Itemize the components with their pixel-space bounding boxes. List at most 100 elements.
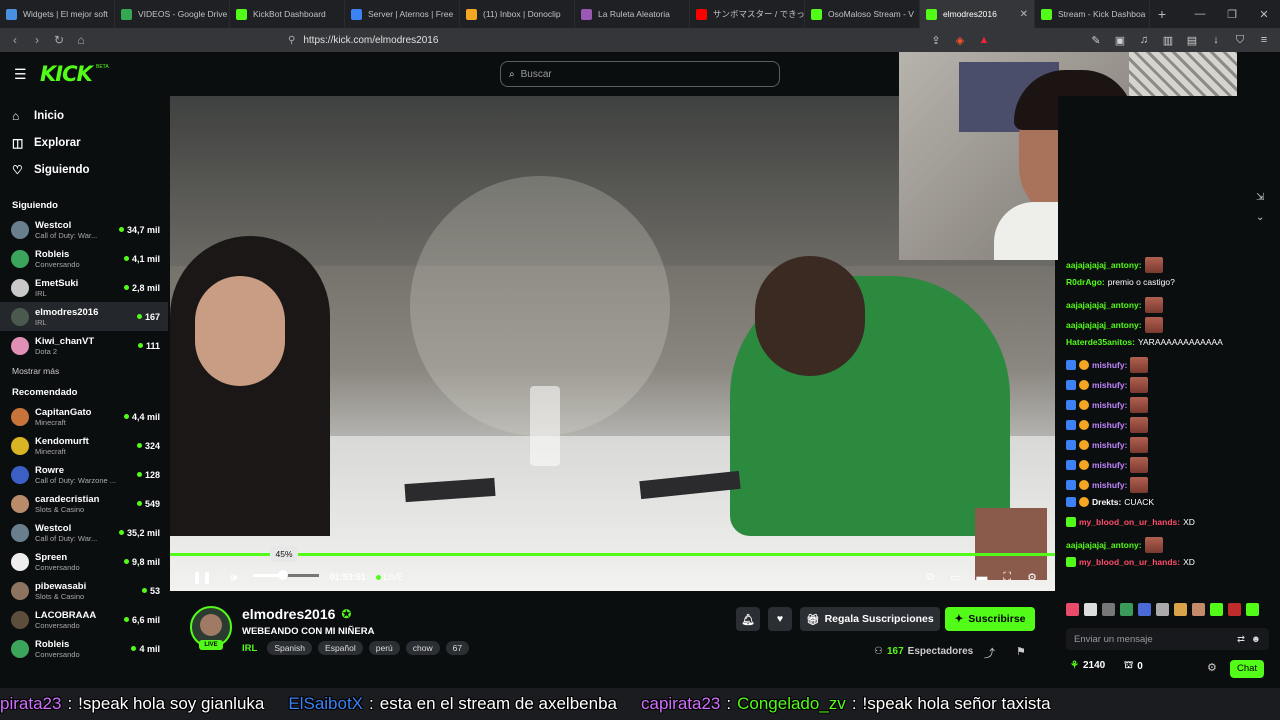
kick-logo[interactable]: KICK (40, 62, 93, 86)
vpn-icon[interactable]: ⛉ (1232, 34, 1248, 47)
stream-tag[interactable]: perú (368, 641, 400, 655)
url-field[interactable]: ⚲ https://kick.com/elmodres2016 (280, 30, 920, 50)
subscribe-button[interactable]: ✦ Suscribirse (945, 607, 1035, 631)
sidebar-channel[interactable]: Westcol Call of Duty: War... 35,2 mil (0, 518, 168, 547)
sidebar-nav-explorar[interactable]: ◫ Explorar (0, 129, 168, 156)
settings-gear-icon[interactable]: ⚙ (1027, 571, 1037, 584)
media-icon[interactable]: ♫ (1136, 34, 1152, 46)
chat-username[interactable]: mishufy: (1092, 400, 1127, 410)
sidebar-channel[interactable]: caradecristian Slots & Casino 549 (0, 489, 168, 518)
sidebar-channel[interactable]: Robleis Conversando 4,1 mil (0, 244, 168, 273)
volume-slider-handle[interactable] (277, 570, 288, 580)
second-points[interactable]: ⛫ 0 (1124, 660, 1143, 673)
forward-icon[interactable]: › (30, 33, 44, 47)
sidebar-channel[interactable]: Rowre Call of Duty: Warzone ... 128 (0, 460, 168, 489)
emote-icon[interactable] (1084, 603, 1097, 616)
sidebar-nav-inicio[interactable]: ⌂ Inicio (0, 102, 168, 129)
gift-subs-button[interactable]: 🎁︎ Regala Suscripciones (800, 607, 940, 631)
playback-progress-bar[interactable] (170, 553, 1055, 556)
chat-username[interactable]: mishufy: (1092, 380, 1127, 390)
emote-icon[interactable] (1246, 603, 1259, 616)
close-window-button[interactable]: ✕ (1248, 8, 1280, 21)
browser-tab[interactable]: KickBot Dashboard (230, 0, 345, 28)
emote-icon[interactable] (1156, 603, 1169, 616)
emote-icon[interactable] (1102, 603, 1115, 616)
sidebar-channel[interactable]: CapitanGato Minecraft 4,4 mil (0, 402, 168, 431)
miniplayer-icon[interactable]: ▬ (976, 571, 987, 583)
emoji-icon[interactable]: ☻ (1251, 634, 1261, 645)
chat-username[interactable]: aajajajajaj_antony: (1066, 540, 1142, 550)
sidebar-channel[interactable]: elmodres2016 IRL 167 (0, 302, 168, 331)
stream-tag[interactable]: 67 (445, 641, 470, 655)
minimize-button[interactable]: — (1184, 8, 1216, 20)
chat-username[interactable]: mishufy: (1092, 460, 1127, 470)
chat-username[interactable]: R0drAgo: (1066, 277, 1105, 287)
sidebar-channel[interactable]: Spreen Conversando 9,8 mil (0, 547, 168, 576)
home-icon[interactable]: ⌂ (74, 33, 88, 47)
show-more-link[interactable]: Mostrar más (0, 360, 168, 382)
pin-icon[interactable]: ⇲ (1256, 192, 1264, 203)
chat-username[interactable]: aajajajajaj_antony: (1066, 300, 1142, 310)
sidebar-toggle-icon[interactable]: ▥ (1160, 34, 1176, 47)
browser-tab[interactable]: Widgets | El mejor soft (0, 0, 115, 28)
notification-bell-icon[interactable]: 🔔︎ (736, 607, 760, 631)
maximize-button[interactable]: ❐ (1216, 8, 1248, 21)
chat-username[interactable]: my_blood_on_ur_hands: (1079, 557, 1180, 567)
share-icon[interactable]: ⇪ (928, 34, 944, 47)
stream-tag[interactable]: chow (405, 641, 440, 655)
volume-icon[interactable]: 🕪 (230, 570, 238, 585)
translate-icon[interactable]: ⇄ (1237, 634, 1245, 645)
pause-icon[interactable]: ❚❚ (192, 570, 212, 584)
browser-tab[interactable]: La Ruleta Aleatoria (575, 0, 690, 28)
follow-heart-icon[interactable]: ♥ (768, 607, 792, 631)
theater-icon[interactable]: ▭ (950, 571, 960, 584)
chevron-down-icon[interactable]: ⌄ (1256, 212, 1264, 223)
browser-tab[interactable]: OsoMaloso Stream - V (805, 0, 920, 28)
browser-menu-icon[interactable]: ≡ (1256, 34, 1272, 46)
emote-icon[interactable] (1192, 603, 1205, 616)
chat-username[interactable]: Drekts: (1092, 497, 1121, 507)
emote-icon[interactable] (1120, 603, 1133, 616)
report-flag-icon[interactable]: ⚑ (1016, 645, 1026, 658)
sidebar-channel[interactable]: EmetSuki IRL 2,8 mil (0, 273, 168, 302)
chat-input[interactable]: Enviar un mensaje ⇄ ☻ (1066, 628, 1269, 650)
sidebar-channel[interactable]: LACOBRAAA Conversando 6,6 mil (0, 605, 168, 634)
chat-send-button[interactable]: Chat (1230, 660, 1264, 678)
extensions-icon[interactable]: ✎ (1088, 34, 1104, 47)
browser-tab[interactable]: Stream - Kick Dashboa (1035, 0, 1150, 28)
sidebar-channel[interactable]: pibewasabi Slots & Casino 53 (0, 576, 168, 605)
browser-tab[interactable]: elmodres2016 ✕ (920, 0, 1035, 28)
chat-settings-gear-icon[interactable]: ⚙ (1207, 661, 1217, 674)
sidebar-channel[interactable]: Kiwi_chanVT Dota 2 111 (0, 331, 168, 360)
stream-tag[interactable]: Español (318, 641, 363, 655)
channel-points[interactable]: ⚘ 2140 (1070, 660, 1105, 671)
sidebar-nav-siguiendo[interactable]: ♡ Siguiendo (0, 156, 168, 183)
wallet-icon[interactable]: ▤ (1184, 34, 1200, 47)
sidebar-channel[interactable]: Kendomurft Minecraft 324 (0, 431, 168, 460)
chat-username[interactable]: mishufy: (1092, 480, 1127, 490)
category-link[interactable]: IRL (242, 643, 257, 654)
site-info-icon[interactable]: ⚲ (288, 35, 295, 46)
emote-icon[interactable] (1066, 603, 1079, 616)
channel-name[interactable]: elmodres2016 (242, 606, 335, 622)
emote-icon[interactable] (1174, 603, 1187, 616)
chat-username[interactable]: aajajajajaj_antony: (1066, 320, 1142, 330)
close-tab-icon[interactable]: ✕ (1020, 9, 1028, 20)
pip-icon[interactable]: ⧉ (926, 571, 934, 584)
browser-tab[interactable]: Server | Aternos | Free (345, 0, 460, 28)
chat-username[interactable]: mishufy: (1092, 440, 1127, 450)
emote-icon[interactable] (1210, 603, 1223, 616)
emote-icon[interactable] (1138, 603, 1151, 616)
new-tab-button[interactable]: + (1150, 6, 1174, 22)
stream-tag[interactable]: Spanish (267, 641, 313, 655)
chat-username[interactable]: my_blood_on_ur_hands: (1079, 517, 1180, 527)
browser-tab[interactable]: (11) Inbox | Donoclip (460, 0, 575, 28)
emote-icon[interactable] (1228, 603, 1241, 616)
browser-tab[interactable]: サンボマスター / できっこな (690, 0, 805, 28)
hamburger-menu-icon[interactable]: ☰ (14, 66, 27, 83)
search-input[interactable]: ⌕ Buscar (500, 61, 780, 87)
chat-username[interactable]: Haterde35anitos: (1066, 337, 1135, 347)
downloads-icon[interactable]: ↓ (1208, 34, 1224, 46)
chat-username[interactable]: aajajajajaj_antony: (1066, 260, 1142, 270)
screenshot-icon[interactable]: ▣ (1112, 34, 1128, 47)
